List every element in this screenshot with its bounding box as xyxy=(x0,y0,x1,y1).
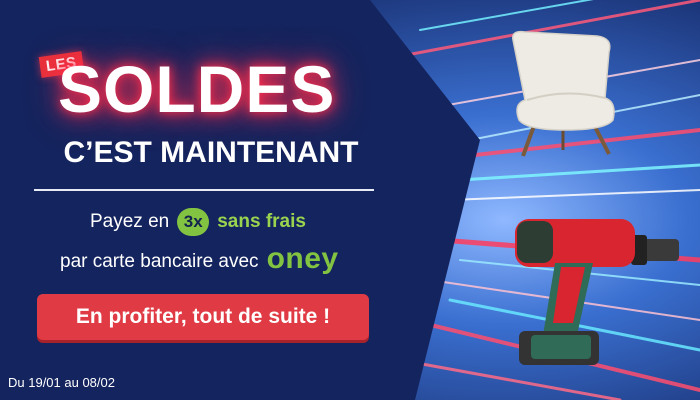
promo-banner[interactable]: LES SOLDES C’EST MAINTENANT Payez en 3x … xyxy=(0,0,700,400)
cordless-drill-icon xyxy=(515,219,679,365)
promo-content: LES SOLDES C’EST MAINTENANT Payez en 3x … xyxy=(0,0,415,400)
oney-logo: oney xyxy=(266,242,339,275)
no-fees-text: sans frais xyxy=(217,211,306,232)
armchair-icon xyxy=(512,30,615,157)
divider xyxy=(34,189,374,191)
installments-badge: 3x xyxy=(177,208,210,236)
cta-button[interactable]: En profiter, tout de suite ! xyxy=(37,294,369,340)
sale-subtitle: C’EST MAINTENANT xyxy=(63,136,359,169)
pay-prefix-text: Payez en xyxy=(90,211,170,232)
sale-title: SOLDES xyxy=(58,52,336,126)
payment-offer-line: Payez en 3x sans frais xyxy=(90,208,306,236)
card-payment-line: par carte bancaire avec oney xyxy=(60,244,339,274)
card-text: par carte bancaire avec xyxy=(60,251,259,272)
sale-dates: Du 19/01 au 08/02 xyxy=(8,375,115,390)
